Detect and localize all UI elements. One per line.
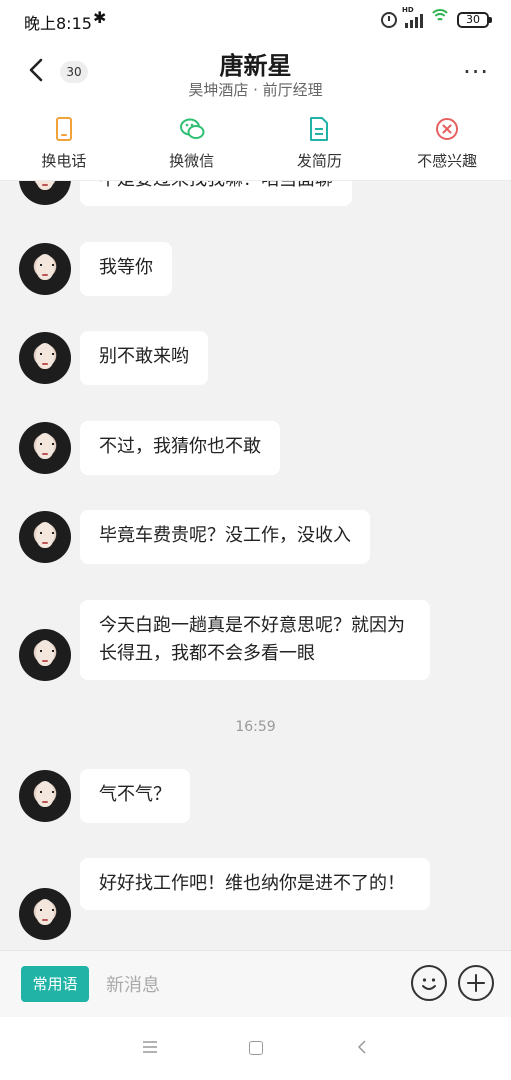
message-bubble[interactable]: 我等你	[80, 242, 172, 296]
menu-icon	[143, 1041, 157, 1053]
avatar[interactable]	[19, 243, 71, 295]
more-options-button[interactable]: ···	[463, 60, 489, 84]
message-bubble[interactable]: 今天白跑一趟真是不好意思呢？就因为长得丑，我都不会多看一眼	[80, 600, 430, 680]
message-bubble[interactable]: 别不敢来哟	[80, 331, 208, 385]
avatar[interactable]	[19, 181, 71, 205]
more-attachments-button[interactable]	[458, 965, 494, 1001]
battery-icon: 30	[457, 12, 492, 28]
back-triangle-icon	[358, 1040, 366, 1054]
chat-area[interactable]: 不是要过来找我嘛？咱当面聊 我等你 别不敢来哟 不过，我猜你也不敢 毕竟车费贵呢…	[0, 181, 511, 950]
quick-phrase-button[interactable]: 常用语	[21, 966, 89, 1002]
system-nav-bar	[0, 1017, 511, 1080]
nav-menu-button[interactable]	[142, 1039, 158, 1053]
signal-icon: HD	[402, 6, 423, 28]
phone-icon	[55, 117, 72, 141]
message-bubble[interactable]: 好好找工作吧！维也纳你是进不了的！	[80, 858, 430, 910]
action-label: 换微信	[169, 152, 215, 170]
status-bar: 晚上8:15 ✱ HD 30	[0, 0, 511, 40]
avatar[interactable]	[19, 888, 71, 940]
contact-name: 唐新星	[219, 52, 292, 80]
avatar[interactable]	[19, 629, 71, 681]
avatar[interactable]	[19, 770, 71, 822]
wechat-icon	[179, 118, 205, 139]
avatar[interactable]	[19, 422, 71, 474]
message-bubble[interactable]: 毕竟车费贵呢？没工作，没收入	[80, 510, 370, 564]
bluetooth-icon: ✱	[93, 8, 107, 27]
action-bar: 换电话 换微信 发简历 不感兴趣	[0, 104, 511, 181]
smiley-icon	[422, 978, 436, 990]
alarm-icon	[381, 12, 397, 28]
not-interested-icon	[436, 118, 459, 140]
plus-icon	[467, 974, 485, 992]
action-label: 换电话	[41, 152, 87, 170]
action-label: 不感兴趣	[417, 152, 478, 170]
send-resume-button[interactable]: 发简历	[256, 104, 384, 180]
exchange-wechat-button[interactable]: 换微信	[128, 104, 256, 180]
status-icons: HD 30	[381, 6, 492, 31]
message-bubble[interactable]: 不是要过来找我嘛？咱当面聊	[80, 181, 352, 206]
not-interested-button[interactable]: 不感兴趣	[383, 104, 511, 180]
status-time: 晚上8:15	[24, 14, 92, 33]
emoji-button[interactable]	[411, 965, 447, 1001]
message-bubble[interactable]: 不过，我猜你也不敢	[80, 421, 280, 475]
resume-icon	[310, 117, 329, 141]
avatar[interactable]	[19, 511, 71, 563]
chat-header: 30 唐新星 昊坤酒店 · 前厅经理 ···	[0, 40, 511, 104]
message-bubble[interactable]: 气不气？	[80, 769, 190, 823]
input-bar: 常用语	[0, 950, 511, 1018]
message-input[interactable]	[104, 966, 398, 1004]
avatar[interactable]	[19, 332, 71, 384]
contact-subtitle: 昊坤酒店 · 前厅经理	[188, 81, 323, 99]
exchange-phone-button[interactable]: 换电话	[0, 104, 128, 180]
nav-back-button[interactable]	[355, 1039, 369, 1054]
wifi-icon	[429, 9, 451, 27]
message-timestamp: 16:59	[235, 719, 276, 735]
action-label: 发简历	[296, 152, 342, 170]
nav-home-button[interactable]	[249, 1041, 263, 1055]
